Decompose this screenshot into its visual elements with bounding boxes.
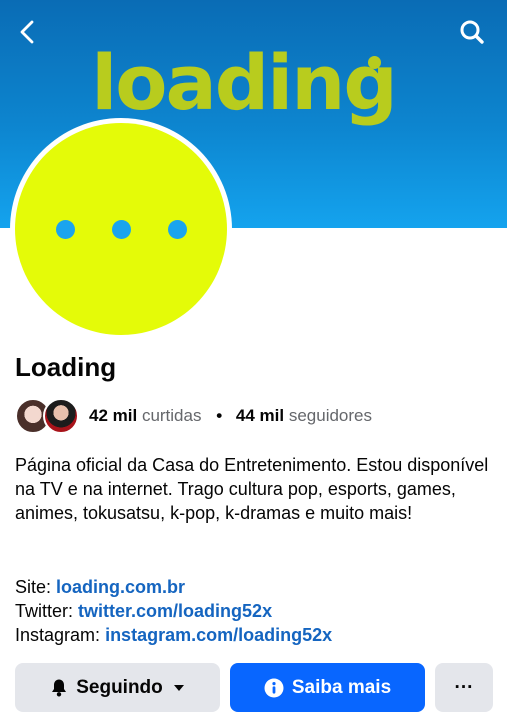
search-icon	[460, 20, 484, 44]
following-label: Seguindo	[76, 676, 163, 698]
bell-icon	[50, 678, 68, 697]
back-button[interactable]	[10, 14, 46, 50]
learn-more-label: Saiba mais	[291, 676, 392, 698]
stats-separator: •	[216, 406, 223, 425]
stats-text: 42 mil curtidas • 44 mil seguidores	[89, 406, 372, 426]
link-row-twitter: Twitter: twitter.com/loading52x	[15, 599, 332, 623]
link-label: Site:	[15, 577, 52, 597]
avatar-dot	[112, 220, 131, 239]
page-name: Loading	[15, 352, 117, 382]
link-row-site: Site: loading.com.br	[15, 575, 332, 599]
learn-more-button[interactable]: Saiba mais	[230, 663, 425, 712]
followers-count: 44 mil	[235, 406, 285, 425]
link-label: Twitter:	[15, 601, 74, 621]
link-row-instagram: Instagram: instagram.com/loading52x	[15, 623, 332, 647]
more-options-button[interactable]: ···	[435, 663, 493, 712]
cover-logo-dot	[368, 56, 381, 69]
page-bio: Página oficial da Casa do Entretenimento…	[15, 455, 489, 523]
page-stats[interactable]: 42 mil curtidas • 44 mil seguidores	[15, 397, 372, 435]
likes-count: 42 mil	[89, 406, 138, 425]
caret-down-icon	[173, 684, 185, 692]
profile-picture[interactable]	[15, 123, 227, 335]
instagram-link[interactable]: instagram.com/loading52x	[105, 625, 332, 645]
more-icon: ···	[454, 676, 474, 698]
chevron-left-icon	[20, 20, 34, 44]
page-links: Site: loading.com.br Twitter: twitter.co…	[15, 575, 332, 647]
followers-label: seguidores	[288, 406, 372, 425]
twitter-link[interactable]: twitter.com/loading52x	[78, 601, 272, 621]
likes-label: curtidas	[141, 406, 202, 425]
link-label: Instagram:	[15, 625, 101, 645]
cover-logo-text: loading	[91, 38, 398, 127]
friend-avatar	[43, 398, 79, 434]
avatar-dot	[56, 220, 75, 239]
avatar-dot	[168, 220, 187, 239]
site-link[interactable]: loading.com.br	[56, 577, 185, 597]
search-button[interactable]	[454, 14, 490, 50]
following-button[interactable]: Seguindo	[15, 663, 220, 712]
info-icon	[264, 678, 284, 698]
cover-logo: loading	[0, 38, 507, 128]
